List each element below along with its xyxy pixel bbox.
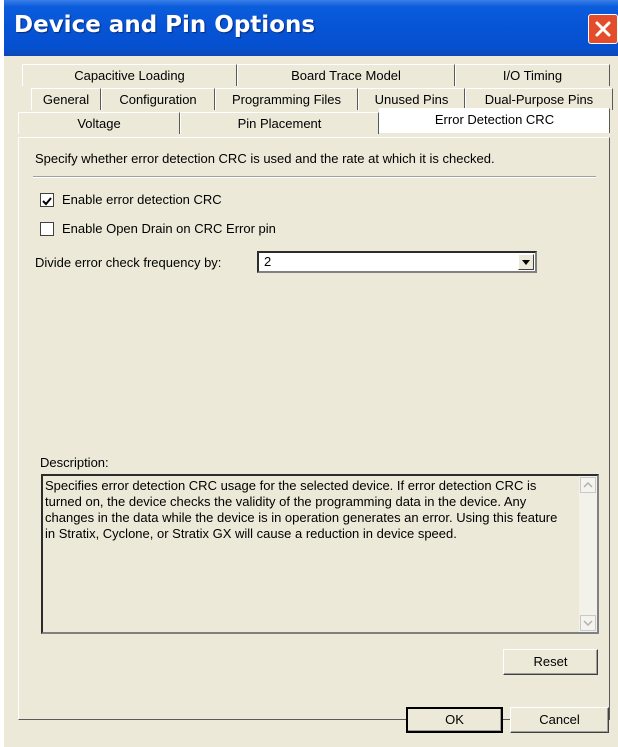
chevron-up-icon bbox=[583, 481, 593, 488]
tab-board-trace-model[interactable]: Board Trace Model bbox=[237, 64, 455, 86]
close-button[interactable] bbox=[588, 14, 618, 44]
open-drain-label[interactable]: Enable Open Drain on CRC Error pin bbox=[62, 221, 276, 236]
enable-crc-checkbox[interactable] bbox=[40, 193, 54, 207]
tab-unused-pins[interactable]: Unused Pins bbox=[358, 88, 465, 110]
tab-programming-files[interactable]: Programming Files bbox=[215, 88, 358, 110]
description-label: Description: bbox=[40, 455, 109, 470]
tab-error-detection-crc[interactable]: Error Detection CRC bbox=[379, 108, 610, 133]
chevron-down-icon bbox=[522, 260, 530, 265]
intro-text: Specify whether error detection CRC is u… bbox=[35, 151, 495, 166]
divide-frequency-label: Divide error check frequency by: bbox=[35, 255, 222, 270]
tab-io-timing[interactable]: I/O Timing bbox=[455, 64, 610, 86]
scroll-up-button[interactable] bbox=[580, 477, 596, 493]
separator bbox=[33, 176, 596, 178]
checkmark-icon bbox=[42, 197, 52, 206]
open-drain-checkbox[interactable] bbox=[40, 222, 54, 236]
tab-capacitive-loading[interactable]: Capacitive Loading bbox=[22, 64, 237, 86]
scroll-down-button[interactable] bbox=[580, 615, 596, 631]
reset-button[interactable]: Reset bbox=[503, 649, 598, 675]
description-scrollbar[interactable] bbox=[579, 476, 597, 632]
enable-crc-label[interactable]: Enable error detection CRC bbox=[62, 192, 222, 207]
description-text: Specifies error detection CRC usage for … bbox=[45, 478, 558, 541]
cancel-button[interactable]: Cancel bbox=[510, 707, 609, 733]
chevron-down-icon bbox=[583, 620, 593, 627]
window-title: Device and Pin Options bbox=[14, 12, 316, 38]
divide-frequency-value: 2 bbox=[264, 254, 272, 269]
tab-configuration[interactable]: Configuration bbox=[101, 88, 215, 110]
tab-general[interactable]: General bbox=[31, 88, 101, 110]
tab-voltage[interactable]: Voltage bbox=[18, 112, 180, 134]
divide-frequency-select[interactable]: 2 bbox=[257, 251, 537, 273]
tab-dual-purpose-pins[interactable]: Dual-Purpose Pins bbox=[465, 88, 613, 110]
ok-button[interactable]: OK bbox=[406, 707, 503, 733]
description-box: Specifies error detection CRC usage for … bbox=[41, 474, 599, 634]
title-bar[interactable]: Device and Pin Options bbox=[4, 0, 618, 56]
tab-pin-placement[interactable]: Pin Placement bbox=[180, 112, 379, 134]
close-icon bbox=[595, 21, 611, 37]
dropdown-button[interactable] bbox=[518, 254, 534, 270]
